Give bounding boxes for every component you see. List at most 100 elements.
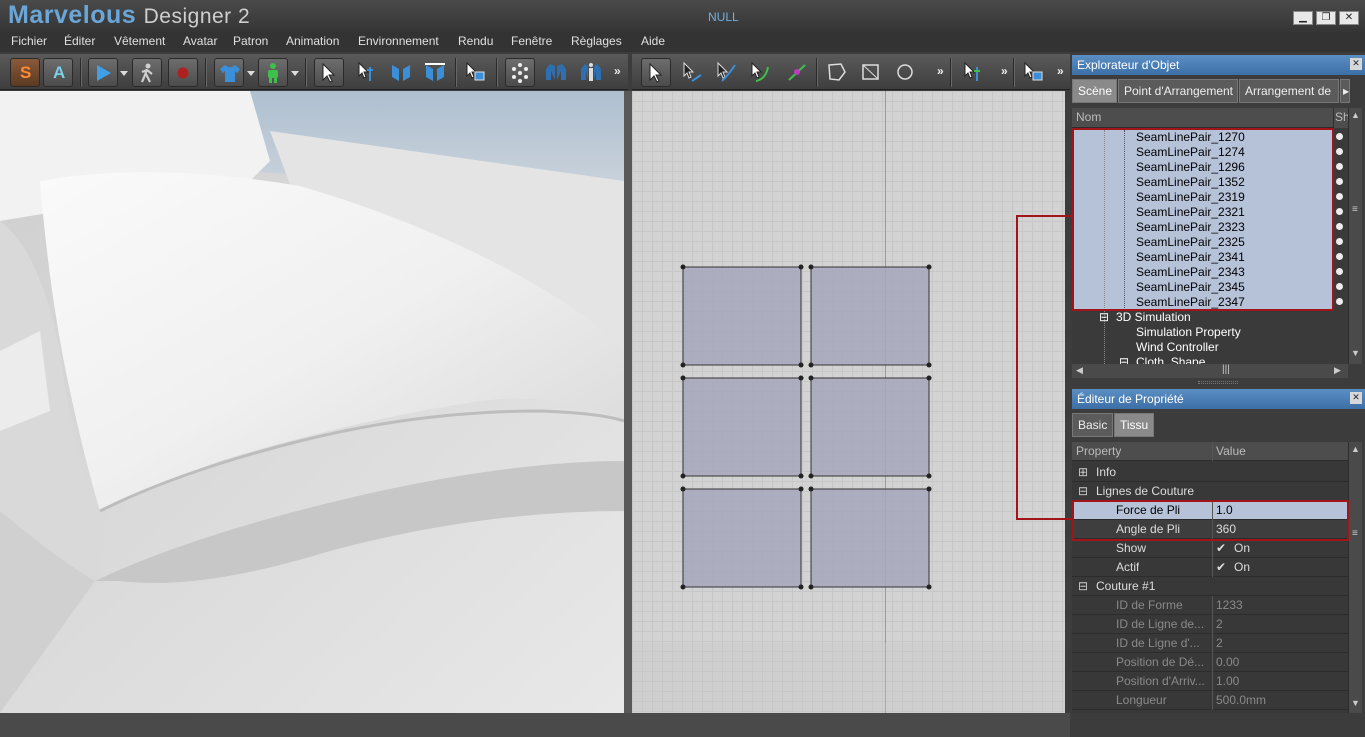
- property-group-lignes-de-couture[interactable]: ⊟ Lignes de Couture: [1072, 482, 1348, 501]
- tab-arrangement[interactable]: Arrangement de: [1239, 79, 1339, 103]
- select-mesh-button[interactable]: [352, 58, 382, 87]
- toolbar-2d-more-3[interactable]: »: [1057, 64, 1064, 78]
- visibility-dot[interactable]: [1336, 223, 1343, 230]
- texture-edit-button[interactable]: [1018, 58, 1048, 87]
- menu-reglages[interactable]: Règlages: [571, 34, 622, 48]
- property-show[interactable]: Show ✔ On: [1072, 539, 1348, 558]
- visibility-dot[interactable]: [1336, 283, 1343, 290]
- menu-aide[interactable]: Aide: [641, 34, 665, 48]
- pattern-piece-2[interactable]: [810, 266, 930, 366]
- viewport-3d[interactable]: [0, 91, 624, 713]
- edit-curvature-button[interactable]: [711, 58, 741, 87]
- toolbar-2d-more-2[interactable]: »: [1001, 64, 1008, 78]
- tab-scroll-arrow[interactable]: ▸: [1340, 79, 1350, 103]
- toolbar-2d-more-1[interactable]: »: [937, 64, 944, 78]
- garment-display-dropdown[interactable]: [246, 60, 256, 86]
- fold-icon: [392, 65, 410, 81]
- menu-avatar[interactable]: Avatar: [183, 34, 217, 48]
- add-point-button[interactable]: [782, 58, 812, 87]
- segment-sewing-button[interactable]: [958, 58, 988, 87]
- tab-scene[interactable]: Scène: [1072, 79, 1117, 103]
- maximize-button[interactable]: ❐: [1316, 11, 1336, 25]
- fold-tacking-button[interactable]: [420, 58, 450, 87]
- visibility-dot[interactable]: [1336, 238, 1343, 245]
- fold-arrangement-button[interactable]: [386, 58, 416, 87]
- menu-animation[interactable]: Animation: [286, 34, 339, 48]
- visibility-dot[interactable]: [1336, 193, 1343, 200]
- pattern-piece-1[interactable]: [682, 266, 802, 366]
- close-window-button[interactable]: ✕: [1339, 11, 1359, 25]
- visibility-dot[interactable]: [1336, 208, 1343, 215]
- pattern-piece-6[interactable]: [810, 488, 930, 588]
- polygon-tool-button[interactable]: [822, 58, 852, 87]
- texture-select-button[interactable]: [460, 58, 490, 87]
- tree-item-simulation-property[interactable]: Simulation Property: [1136, 325, 1241, 340]
- avatar-display-button[interactable]: [258, 58, 288, 87]
- property-editor-tabs: Basic Tissu: [1072, 411, 1365, 437]
- checkmark-icon[interactable]: ✔: [1216, 541, 1226, 555]
- garment-display-button[interactable]: [214, 58, 244, 87]
- animation-mode-button[interactable]: A: [43, 58, 73, 87]
- record-button[interactable]: [168, 58, 198, 87]
- close-icon[interactable]: ✕: [1350, 58, 1362, 70]
- minimize-button[interactable]: ▁: [1293, 11, 1313, 25]
- play-button[interactable]: [88, 58, 118, 87]
- status-bar: [0, 713, 1070, 737]
- expand-plus-icon[interactable]: ⊞: [1078, 465, 1088, 479]
- transform-pattern-button[interactable]: [641, 58, 671, 87]
- avatar-display-dropdown[interactable]: [290, 60, 300, 86]
- pattern-pieces: [680, 264, 932, 590]
- menu-patron[interactable]: Patron: [233, 34, 268, 48]
- menu-environnement[interactable]: Environnement: [358, 34, 439, 48]
- toolbar-3d-more[interactable]: »: [614, 64, 621, 78]
- pattern-piece-3[interactable]: [682, 377, 802, 477]
- visibility-dot[interactable]: [1336, 268, 1343, 275]
- edit-pattern-button[interactable]: [677, 58, 707, 87]
- visibility-dot[interactable]: [1336, 178, 1343, 185]
- pattern-piece-5[interactable]: [682, 488, 802, 588]
- property-editor-header: Éditeur de Propriété ✕: [1072, 389, 1365, 409]
- play-dropdown[interactable]: [119, 60, 129, 86]
- pattern-piece-4[interactable]: [810, 377, 930, 477]
- show-garment-button[interactable]: [541, 58, 571, 87]
- visibility-dot[interactable]: [1336, 148, 1343, 155]
- visibility-dot[interactable]: [1336, 298, 1343, 305]
- visibility-dot[interactable]: [1336, 163, 1343, 170]
- visibility-dot[interactable]: [1336, 253, 1343, 260]
- tree-horizontal-scrollbar[interactable]: ◀ ||| ▶: [1072, 364, 1348, 378]
- menu-editer[interactable]: Éditer: [64, 34, 95, 48]
- arrow-cursor-icon: [322, 62, 336, 83]
- property-vertical-scrollbar[interactable]: ▲ ≡ ▼: [1348, 442, 1362, 713]
- collapse-minus-icon[interactable]: ⊟: [1078, 579, 1088, 593]
- tab-arrangement-point[interactable]: Point d'Arrangement: [1118, 79, 1238, 103]
- tab-basic[interactable]: Basic: [1072, 413, 1113, 437]
- collapse-minus-icon[interactable]: ⊟: [1078, 484, 1088, 498]
- panel-splitter[interactable]: [1072, 378, 1365, 388]
- close-icon[interactable]: ✕: [1350, 392, 1362, 404]
- tab-tissu[interactable]: Tissu: [1114, 413, 1154, 437]
- menu-vetement[interactable]: Vêtement: [114, 34, 165, 48]
- checkmark-icon[interactable]: ✔: [1216, 560, 1226, 574]
- property-group-info[interactable]: ⊞ Info: [1072, 463, 1348, 482]
- select-texture-icon: [1024, 61, 1043, 81]
- show-all-garments-button[interactable]: [576, 58, 606, 87]
- tree-expand-toggle[interactable]: ⊟: [1099, 310, 1109, 325]
- property-group-couture-1[interactable]: ⊟ Couture #1: [1072, 577, 1348, 596]
- walk-avatar-button[interactable]: [132, 58, 162, 87]
- menu-fichier[interactable]: Fichier: [11, 34, 47, 48]
- select-move-button[interactable]: [314, 58, 344, 87]
- menu-fenetre[interactable]: Fenêtre: [511, 34, 552, 48]
- edit-curve-point-button[interactable]: [745, 58, 775, 87]
- visibility-dot[interactable]: [1336, 133, 1343, 140]
- simulation-mode-button[interactable]: S: [10, 58, 40, 87]
- property-actif[interactable]: Actif ✔ On: [1072, 558, 1348, 577]
- arrangement-points-button[interactable]: [505, 58, 535, 87]
- tree-item-wind-controller[interactable]: Wind Controller: [1136, 340, 1219, 355]
- viewport-splitter[interactable]: [624, 91, 632, 713]
- tree-vertical-scrollbar[interactable]: ▲ ≡ ▼: [1348, 108, 1362, 364]
- rectangle-tool-button[interactable]: [856, 58, 886, 87]
- viewport-2d[interactable]: [632, 91, 1065, 713]
- menu-rendu[interactable]: Rendu: [458, 34, 493, 48]
- circle-tool-button[interactable]: [890, 58, 920, 87]
- tree-item-3d-simulation[interactable]: 3D Simulation: [1116, 310, 1191, 325]
